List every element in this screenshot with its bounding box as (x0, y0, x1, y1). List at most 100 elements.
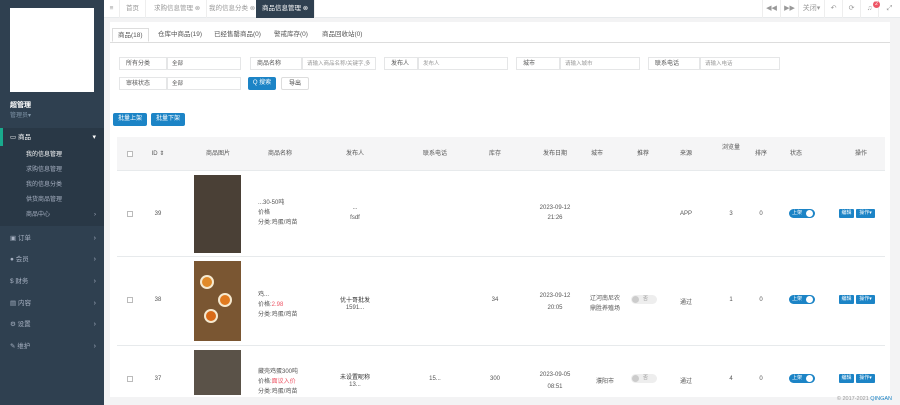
cell-category: 分类:鸡蛋/鸡苗 (258, 312, 298, 318)
egg-yolk-icon (200, 275, 214, 289)
phone-label: 联系电话 (648, 57, 700, 70)
nav-orders-label: 订单 (17, 235, 31, 242)
order-icon: ▣ (10, 235, 18, 242)
publisher-input[interactable]: 发布人 (418, 57, 508, 70)
tab-home[interactable]: 首页 (120, 0, 146, 18)
nav-members[interactable]: ● 会员 › (0, 250, 104, 270)
batch-up-button[interactable]: 批量上架 (113, 113, 147, 126)
nav-finance[interactable]: $ 财务 › (0, 272, 104, 292)
publisher-label: 发布人 (384, 57, 418, 70)
more-actions-button[interactable]: 操作▾ (856, 374, 875, 383)
audit-select[interactable]: 全部 (167, 77, 241, 90)
sub-item-category[interactable]: 我的信息分类 (0, 179, 104, 192)
cell-publisher-sub: 13... (349, 382, 361, 388)
status-toggle[interactable]: 上架 (789, 209, 815, 218)
toggle-knob (806, 210, 813, 217)
select-all-checkbox[interactable] (127, 151, 133, 157)
cell-phone: 15... (429, 376, 441, 382)
chevron-right-icon: › (93, 278, 96, 285)
price-value: 2.98 (271, 302, 284, 308)
subtab-soldout[interactable]: 已经售罄商品(0) (214, 28, 261, 42)
nav-content-label: 内容 (17, 300, 31, 307)
phone-input[interactable]: 请输入电话 (700, 57, 780, 70)
subtab-warehouse[interactable]: 仓库中商品(19) (158, 28, 202, 42)
menu-icon[interactable]: ≡ (104, 0, 120, 18)
recommend-toggle[interactable]: 否 (631, 295, 657, 304)
nav-settings[interactable]: ⚙ 设置 › (0, 315, 104, 335)
more-actions-button[interactable]: 操作▾ (856, 209, 875, 218)
edit-button[interactable]: 编辑 (839, 295, 854, 304)
cell-time: 08:51 (547, 384, 563, 390)
cell-price: 价格 (258, 207, 338, 216)
row-checkbox[interactable] (127, 297, 133, 303)
city-input[interactable]: 请输入城市 (560, 57, 640, 70)
cell-time: 21:26 (547, 215, 563, 221)
status-toggle[interactable]: 上架 (789, 374, 815, 383)
status-label: 上架 (792, 296, 803, 302)
row-checkbox[interactable] (127, 211, 133, 217)
nav-maintenance[interactable]: ✎ 维护 › (0, 337, 104, 357)
cell-id: 38 (154, 297, 162, 303)
scroll-left-button[interactable]: ◀◀ (762, 0, 780, 18)
cell-name[interactable]: ...30-50吨 (258, 197, 338, 206)
tab-category[interactable]: 我的信息分类 ⊗ (203, 0, 263, 18)
sub-item-my-info[interactable]: 我的信息管理 (0, 149, 104, 162)
cell-category: 分类:鸡蛋/鸡苗 (258, 389, 298, 395)
chevron-right-icon: › (93, 343, 96, 350)
edit-button[interactable]: 编辑 (839, 374, 854, 383)
nav-goods-label: 商品 (17, 134, 31, 141)
tab-goods-manage[interactable]: 商品信息管理 ⊗ (256, 0, 316, 18)
product-image[interactable] (194, 261, 241, 341)
batch-down-button[interactable]: 批量下架 (151, 113, 185, 126)
sub-item-supply[interactable]: 供货商品管理 (0, 194, 104, 207)
cell-name[interactable]: 藏壳鸡蛋300吨 (258, 366, 338, 375)
cell-date: 2023-09-12 (539, 293, 571, 299)
more-actions-button[interactable]: 操作▾ (856, 295, 875, 304)
status-toggle[interactable]: 上架 (789, 295, 815, 304)
sidebar: 超管理 管理员▾ ▭ 商品 ▾ 我的信息管理 求购信息管理 我的信息分类 供货商品… (0, 0, 104, 405)
th-id[interactable]: ID ⇕ (143, 137, 173, 171)
recommend-toggle[interactable]: 否 (631, 374, 657, 383)
cell-sort: 0 (759, 211, 763, 217)
product-image[interactable] (194, 175, 241, 253)
export-button[interactable]: 导出 (281, 77, 309, 90)
nav-content[interactable]: ▤ 内容 › (0, 294, 104, 314)
back-icon[interactable]: ↶ (824, 0, 842, 18)
profile-role-dropdown[interactable]: 管理员▾ (10, 110, 31, 119)
egg-yolk-icon (218, 293, 232, 307)
subtab-goods[interactable]: 商品(18) (112, 28, 149, 42)
close-dropdown[interactable]: 关闭▾ (798, 0, 824, 18)
refresh-icon[interactable]: ⟳ (842, 0, 860, 18)
nav-members-label: 会员 (15, 256, 29, 263)
top-tab-bar: ≡ 首页 求购信息管理 ⊗ 我的信息分类 ⊗ 商品信息管理 ⊗ ◀◀ ▶▶ 关闭… (104, 0, 900, 18)
footer-copyright: © 2017-2021 (836, 396, 869, 402)
th-stock: 库存 (483, 137, 507, 171)
cell-date: 2023-09-05 (539, 372, 571, 378)
footer-brand[interactable]: QINGAN (870, 396, 892, 402)
cell-name[interactable]: 鸡... (258, 289, 338, 298)
status-label: 上架 (792, 375, 803, 381)
sub-item-center[interactable]: 商品中心 › (0, 209, 104, 222)
th-sort: 排序 (751, 137, 771, 171)
product-image[interactable] (194, 350, 241, 395)
name-input[interactable]: 请输入商品名称/关键字,多 (302, 57, 376, 70)
tab-purchase[interactable]: 求购信息管理 ⊗ (148, 0, 208, 18)
th-date: 发布日期 (537, 137, 573, 171)
search-button[interactable]: Q 搜索 (248, 77, 276, 90)
nav-orders[interactable]: ▣ 订单 › (0, 229, 104, 249)
edit-button[interactable]: 编辑 (839, 209, 854, 218)
category-select[interactable]: 全部 (167, 57, 241, 70)
scroll-right-button[interactable]: ▶▶ (780, 0, 798, 18)
nav-goods[interactable]: ▭ 商品 ▾ (0, 128, 104, 148)
subtabs-divider (110, 42, 890, 43)
toggle-knob (632, 296, 639, 303)
cell-city: 濮阳市 (595, 379, 614, 385)
row-checkbox[interactable] (127, 376, 133, 382)
price-value: 面议入价 (271, 379, 296, 385)
recommend-label: 否 (643, 296, 649, 302)
sub-item-purchase[interactable]: 求购信息管理 (0, 164, 104, 177)
subtab-alert-stock[interactable]: 警戒库存(0) (274, 28, 308, 42)
gear-icon: ⚙ (10, 321, 18, 328)
fullscreen-icon[interactable]: ⤢ (878, 0, 900, 18)
subtab-recycle[interactable]: 商品回收站(0) (322, 28, 362, 42)
